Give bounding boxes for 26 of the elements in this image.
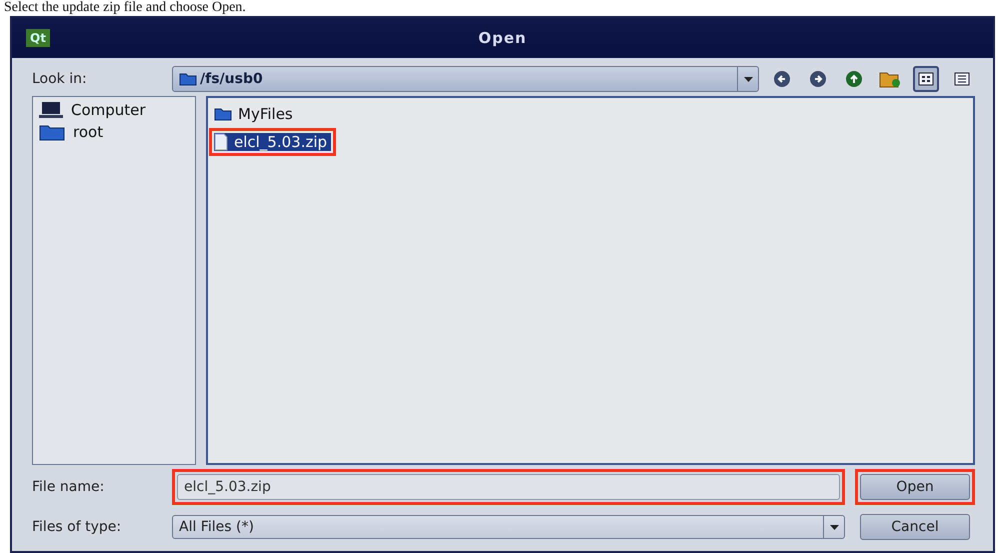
dropdown-caret-icon (744, 76, 752, 82)
list-view-icon (954, 72, 970, 86)
look-in-label: Look in: (32, 71, 88, 87)
folder-icon (39, 123, 65, 141)
toolbar-button[interactable] (913, 66, 939, 92)
look-in-dropdown[interactable]: /fs/usb0 (172, 66, 759, 92)
window-title: Open (478, 29, 527, 47)
file-type-dropdown[interactable]: All Files (*) (172, 515, 845, 539)
cancel-button[interactable]: Cancel (860, 514, 970, 540)
new-folder-icon (879, 70, 901, 88)
file-name-label: File name: (32, 479, 106, 495)
folder-icon (179, 72, 197, 86)
sidebar-item[interactable]: Computer (39, 101, 189, 119)
document-icon (214, 133, 228, 151)
open-button[interactable]: Open (860, 474, 970, 500)
dropdown-caret-icon (830, 524, 838, 530)
app-badge: Qt (26, 29, 50, 47)
grid-view-icon (918, 72, 934, 86)
file-type-label: Files of type: (32, 519, 122, 535)
computer-icon (39, 101, 63, 119)
instruction-text: Select the update zip file and choose Open. (4, 0, 246, 16)
file-name-field[interactable]: elcl_5.03.zip (177, 474, 840, 500)
sidebar-item[interactable]: root (39, 123, 189, 141)
folder-icon (214, 107, 232, 121)
file-item[interactable]: MyFiles (214, 105, 297, 123)
file-item[interactable]: elcl_5.03.zip (214, 133, 332, 151)
